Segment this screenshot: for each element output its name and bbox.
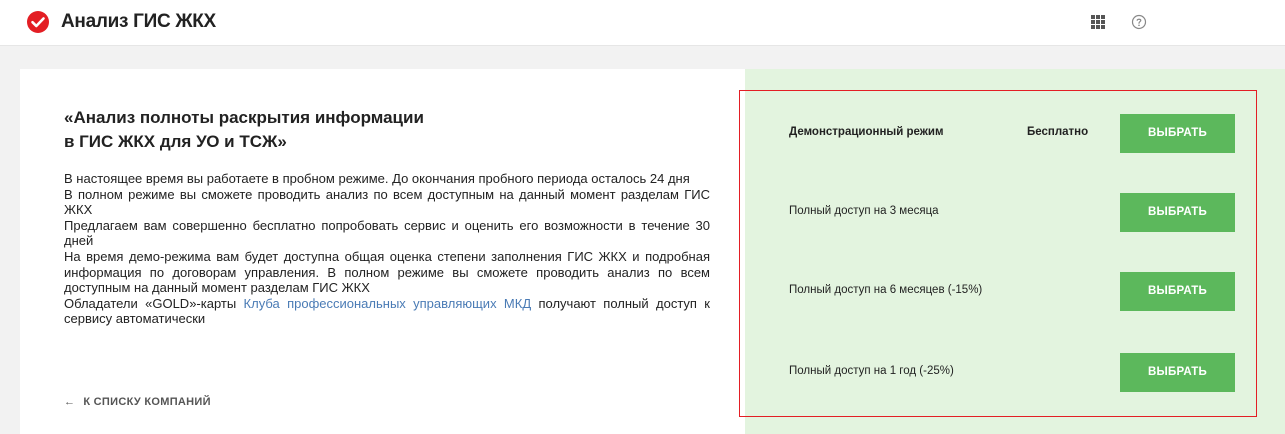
intro-description: В настоящее время вы работаете в пробном…: [64, 171, 710, 327]
select-3-months-button[interactable]: ВЫБРАТЬ: [1120, 193, 1235, 232]
plan-row-3-months: Полный доступ на 3 месяца ВЫБРАТЬ: [740, 193, 1256, 233]
plan-label: Демонстрационный режим: [789, 126, 944, 138]
app-title[interactable]: Анализ ГИС ЖКХ: [61, 11, 216, 33]
plan-price: Бесплатно: [1027, 126, 1089, 138]
plan-row-1-year: Полный доступ на 1 год (-25%) ВЫБРАТЬ: [740, 353, 1256, 393]
select-1-year-button[interactable]: ВЫБРАТЬ: [1120, 353, 1235, 392]
gold-card-text: Обладатели «GOLD»-карты: [64, 295, 244, 311]
top-bar: Анализ ГИС ЖКХ: [0, 0, 1285, 46]
plan-label: Полный доступ на 3 месяца: [789, 205, 939, 217]
page-title-line-1: «Анализ полноты раскрытия информации: [64, 108, 424, 127]
intro-paragraph: На время демо-режима вам будет доступна …: [64, 248, 710, 296]
select-6-months-button[interactable]: ВЫБРАТЬ: [1120, 272, 1235, 311]
apps-grid-icon[interactable]: [1091, 15, 1105, 29]
intro-paragraph: В полном режиме вы сможете проводить ана…: [64, 186, 710, 218]
back-to-companies-link[interactable]: ← К СПИСКУ КОМПАНИЙ: [64, 396, 211, 408]
page-title: «Анализ полноты раскрытия информации в Г…: [64, 106, 584, 154]
intro-paragraph: Предлагаем вам совершенно бесплатно попр…: [64, 217, 710, 249]
intro-paragraph: В настоящее время вы работаете в пробном…: [64, 171, 690, 186]
help-circle-icon[interactable]: [1131, 14, 1147, 30]
select-demo-button[interactable]: ВЫБРАТЬ: [1120, 114, 1235, 153]
plans-highlight-box: Демонстрационный режим Бесплатно ВЫБРАТЬ…: [739, 90, 1257, 417]
intro-paragraph: Обладатели «GOLD»-карты Клуба профессион…: [64, 296, 710, 327]
plan-row-demo: Демонстрационный режим Бесплатно ВЫБРАТЬ: [740, 114, 1256, 154]
plan-row-6-months: Полный доступ на 6 месяцев (-15%) ВЫБРАТ…: [740, 272, 1256, 312]
plan-label: Полный доступ на 6 месяцев (-15%): [789, 284, 983, 296]
arrow-left-icon: ←: [64, 396, 76, 408]
page-title-line-2: в ГИС ЖКХ для УО и ТСЖ»: [64, 132, 287, 151]
club-link[interactable]: Клуба профессиональных управляющих МКД: [244, 296, 532, 311]
back-link-label: К СПИСКУ КОМПАНИЙ: [83, 396, 211, 408]
checkmark-circle-icon[interactable]: [27, 11, 49, 33]
plan-label: Полный доступ на 1 год (-25%): [789, 365, 954, 377]
